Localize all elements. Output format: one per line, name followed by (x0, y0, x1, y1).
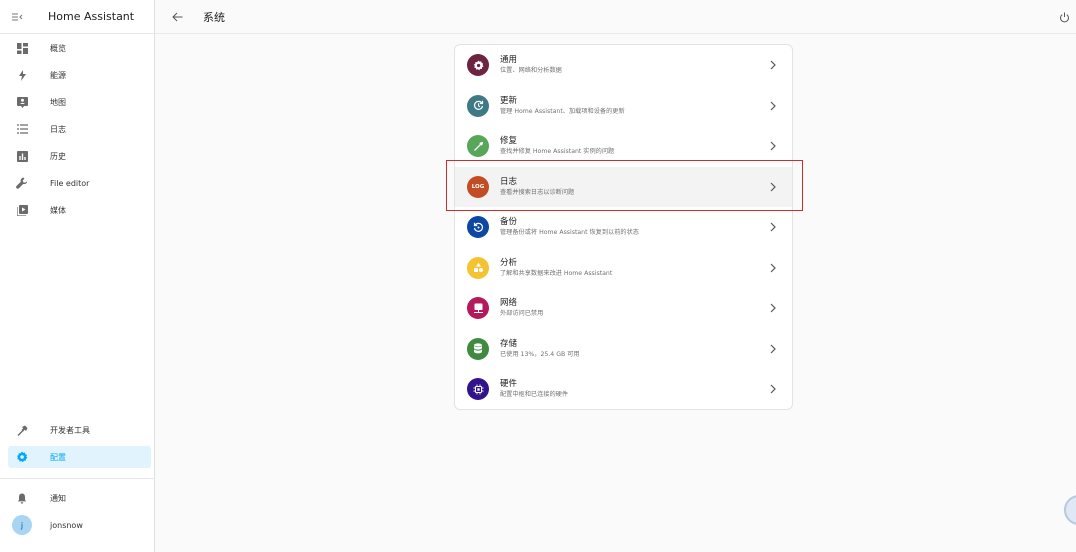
sidebar-item-user[interactable]: j jonsnow (8, 514, 151, 536)
row-subtitle: 外部访问已禁用 (500, 310, 544, 317)
sidebar-item-label: 能源 (50, 70, 66, 80)
sidebar: Home Assistant 概览 能源 地图 日志 历史 File edito… (0, 0, 155, 552)
sidebar-item-label: 媒体 (50, 205, 66, 215)
arrow-left-icon (171, 12, 182, 21)
row-subtitle: 了解和共享数据来改进 Home Assistant (500, 269, 613, 277)
highlight-box (446, 160, 803, 211)
sidebar-item-label: 地图 (50, 97, 66, 107)
assistant-avatar[interactable] (1064, 495, 1076, 525)
row-subtitle: 管理 Home Assistant、加载项和设备的更新 (500, 107, 625, 115)
chevron-right-icon (770, 60, 776, 70)
sidebar-item-label: 开发者工具 (50, 425, 90, 435)
chevron-right-icon (770, 101, 776, 110)
play-box-multiple-icon (12, 200, 32, 220)
backup-restore-icon (467, 216, 489, 238)
sidebar-item-label: 通知 (50, 493, 66, 503)
sidebar-item-history[interactable]: 历史 (8, 145, 151, 167)
network-icon (467, 297, 489, 319)
lightning-icon (12, 65, 32, 85)
row-title: 存储 (500, 338, 518, 349)
settings-row-analytics[interactable]: 分析 了解和共享数据来改进 Home Assistant (455, 248, 792, 288)
settings-row-storage[interactable]: 存储 已使用 13%，25.4 GB 可用 (455, 329, 792, 369)
top-bar: 系统 (155, 0, 1076, 34)
bell-icon (12, 488, 32, 508)
chevron-right-icon (770, 222, 776, 232)
settings-row-updates[interactable]: 更新 管理 Home Assistant、加载项和设备的更新 (455, 86, 792, 126)
sidebar-item-logbook[interactable]: 日志 (8, 118, 151, 140)
row-title: 通用 (500, 55, 518, 65)
sidebar-item-file-editor[interactable]: File editor (8, 172, 151, 194)
update-icon (467, 94, 489, 117)
sidebar-item-overview[interactable]: 概览 (8, 37, 151, 59)
dashboard-icon (12, 38, 32, 58)
sidebar-item-developer-tools[interactable]: 开发者工具 (8, 419, 151, 441)
chevron-right-icon (770, 384, 776, 394)
gear-icon (12, 447, 32, 467)
chevron-right-icon (770, 263, 776, 272)
sidebar-item-label: 概览 (50, 43, 66, 53)
user-avatar-wrap: j (12, 515, 32, 535)
row-title: 硬件 (500, 379, 518, 389)
sidebar-header: Home Assistant (0, 0, 154, 34)
chevron-right-icon (770, 344, 776, 353)
gear-icon (467, 54, 489, 76)
row-title: 更新 (500, 95, 518, 106)
wrench-icon (12, 173, 32, 193)
sidebar-item-label: jonsnow (50, 520, 83, 530)
sidebar-item-map[interactable]: 地图 (8, 91, 151, 113)
sidebar-divider (0, 478, 155, 479)
sidebar-item-label: 历史 (50, 151, 66, 161)
row-title: 网络 (500, 298, 518, 308)
row-title: 修复 (500, 136, 518, 146)
page-title: 系统 (203, 10, 225, 24)
map-account-icon (12, 92, 32, 112)
row-title: 分析 (500, 257, 518, 268)
hammer-icon (12, 420, 32, 440)
row-subtitle: 已使用 13%，25.4 GB 可用 (500, 350, 580, 358)
sidebar-item-settings[interactable]: 配置 (8, 446, 151, 468)
sidebar-item-label: 日志 (50, 124, 66, 134)
settings-row-backups[interactable]: 备份 管理备份或将 Home Assistant 恢复到以前的状态 (455, 207, 792, 247)
chevron-right-icon (770, 141, 776, 151)
chip-icon (467, 378, 489, 400)
sidebar-item-energy[interactable]: 能源 (8, 64, 151, 86)
chart-box-icon (12, 146, 32, 166)
avatar: j (12, 515, 32, 535)
shapes-icon (467, 256, 489, 279)
settings-row-network[interactable]: 网络 外部访问已禁用 (455, 288, 792, 328)
power-icon (1059, 12, 1069, 22)
menu-collapse-icon (12, 13, 23, 20)
sidebar-item-media[interactable]: 媒体 (8, 199, 151, 221)
format-list-icon (12, 119, 32, 139)
sidebar-item-label: File editor (50, 178, 90, 188)
row-subtitle: 查找并修复 Home Assistant 实例的问题 (500, 148, 615, 155)
wrench-icon (467, 135, 489, 157)
sidebar-item-notifications[interactable]: 通知 (8, 487, 151, 509)
database-icon (467, 337, 489, 360)
sidebar-item-label: 配置 (50, 452, 66, 462)
settings-row-hardware[interactable]: 硬件 配置中枢和已连接的硬件 (455, 369, 792, 409)
power-button[interactable] (1054, 7, 1074, 27)
system-settings-card: 通用 位置、网络和分析数据 更新 管理 Home Assistant、加载项和设… (454, 44, 793, 410)
settings-row-general[interactable]: 通用 位置、网络和分析数据 (455, 45, 792, 85)
row-title: 备份 (500, 217, 518, 227)
chevron-right-icon (770, 303, 776, 313)
row-subtitle: 管理备份或将 Home Assistant 恢复到以前的状态 (500, 229, 639, 236)
row-subtitle: 位置、网络和分析数据 (500, 67, 562, 74)
row-subtitle: 配置中枢和已连接的硬件 (500, 391, 569, 398)
menu-toggle-button[interactable] (0, 0, 34, 34)
back-button[interactable] (166, 6, 188, 28)
app-title: Home Assistant (48, 10, 135, 23)
